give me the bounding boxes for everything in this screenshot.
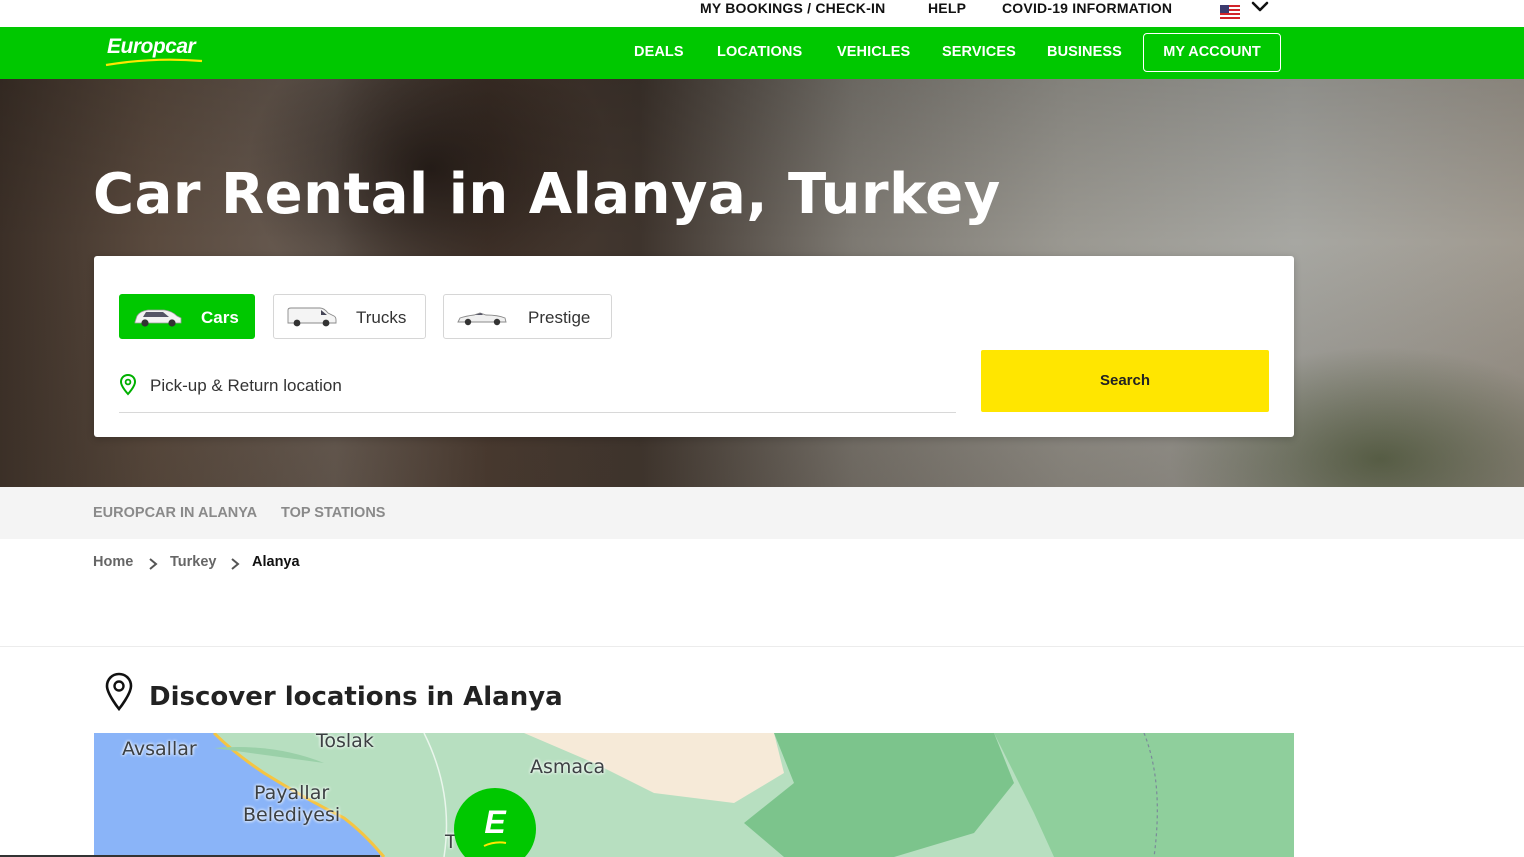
anchor-top-stations[interactable]: TOP STATIONS [281, 505, 385, 521]
chevron-right-icon [231, 558, 240, 570]
map-place-label: Avsallar [122, 738, 197, 760]
search-button[interactable]: Search [981, 350, 1269, 412]
map-place-label: Asmaca [530, 756, 606, 778]
car-icon [134, 309, 182, 327]
tab-prestige[interactable]: Prestige [443, 294, 612, 339]
section-title: Discover locations in Alanya [149, 682, 563, 712]
locations-map[interactable]: Avsallar Toslak Asmaca Payallar Belediye… [94, 733, 1294, 857]
nav-services[interactable]: SERVICES [942, 44, 1016, 60]
chevron-right-icon [149, 558, 158, 570]
chevron-down-icon[interactable] [1250, 0, 1270, 16]
breadcrumb-alanya: Alanya [252, 554, 300, 570]
tab-trucks[interactable]: Trucks [273, 294, 426, 339]
breadcrumb-turkey[interactable]: Turkey [170, 554, 216, 570]
anchor-europcar-in-alanya[interactable]: EUROPCAR IN ALANYA [93, 505, 257, 521]
van-icon [287, 307, 337, 327]
map-place-label: Toslak [316, 733, 374, 752]
nav-vehicles[interactable]: VEHICLES [837, 44, 910, 60]
help-link[interactable]: HELP [928, 0, 966, 16]
section-divider [0, 646, 1524, 647]
covid-info-link[interactable]: COVID-19 INFORMATION [1002, 0, 1172, 16]
map-place-label: Belediyesi [243, 804, 341, 826]
europcar-logo[interactable]: Europcar [104, 33, 208, 69]
nav-deals[interactable]: DEALS [634, 44, 684, 60]
nav-locations[interactable]: LOCATIONS [717, 44, 802, 60]
pickup-location-input[interactable]: Pick-up & Return location [119, 372, 956, 413]
booking-search-widget: Cars Trucks Prestige Pick-up & Return lo… [94, 256, 1294, 437]
my-account-button[interactable]: MY ACCOUNT [1143, 33, 1281, 72]
us-flag-icon[interactable] [1220, 5, 1240, 21]
utility-bar: MY BOOKINGS / CHECK-IN HELP COVID-19 INF… [0, 0, 1524, 27]
tab-prestige-label: Prestige [528, 308, 591, 327]
logo-swoosh-icon [105, 58, 203, 67]
page-title: Car Rental in Alanya, Turkey [93, 162, 1001, 227]
convertible-icon [457, 312, 507, 326]
my-bookings-link[interactable]: MY BOOKINGS / CHECK-IN [700, 0, 885, 16]
logo-text: Europcar [107, 35, 196, 58]
section-anchor-nav: EUROPCAR IN ALANYA TOP STATIONS [0, 487, 1524, 539]
location-placeholder: Pick-up & Return location [150, 376, 342, 395]
nav-business[interactable]: BUSINESS [1047, 44, 1122, 60]
tab-cars-label: Cars [201, 308, 239, 327]
map-place-label: Payallar [254, 782, 330, 804]
main-navigation: Europcar DEALS LOCATIONS VEHICLES SERVIC… [0, 27, 1524, 79]
map-marker-letter: E [484, 804, 506, 840]
marker-swoosh-icon [483, 841, 507, 847]
tab-trucks-label: Trucks [356, 308, 407, 327]
tab-cars[interactable]: Cars [119, 294, 255, 339]
breadcrumb-home[interactable]: Home [93, 554, 133, 570]
location-pin-icon [105, 672, 133, 712]
location-pin-icon [119, 374, 137, 396]
